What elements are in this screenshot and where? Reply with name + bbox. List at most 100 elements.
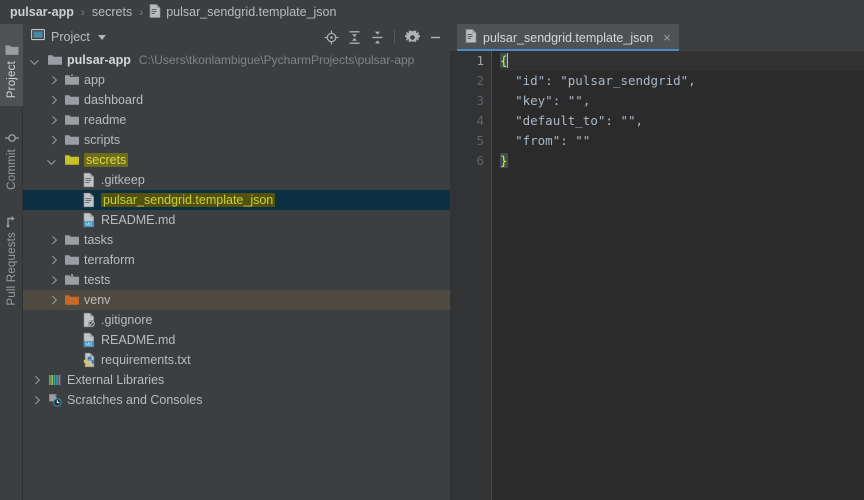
pull-request-icon: [5, 214, 19, 228]
tree-row-readme[interactable]: readme: [23, 110, 450, 130]
tree-row-readme-md[interactable]: MD README.md: [23, 210, 450, 230]
line-number: 3: [476, 93, 484, 108]
line-number: 4: [476, 113, 484, 128]
json-file-icon: [465, 29, 477, 46]
sidebar-item-commit[interactable]: Commit: [0, 122, 23, 198]
chevron-down-icon[interactable]: [97, 34, 106, 40]
tree-row-secrets[interactable]: secrets: [23, 150, 450, 170]
tree-row-pulsar-sendgrid-template-json[interactable]: pulsar_sendgrid.template_json: [23, 190, 450, 210]
tree-row-dashboard[interactable]: dashboard: [23, 90, 450, 110]
tree-arrow-placeholder: [65, 216, 74, 225]
punctuation-token: ,: [635, 113, 644, 128]
tree-row-scripts[interactable]: scripts: [23, 130, 450, 150]
chevron-right-icon[interactable]: [31, 396, 40, 405]
chevron-right-icon[interactable]: [48, 76, 57, 85]
breadcrumb-file-label: pulsar_sendgrid.template_json: [166, 5, 337, 19]
tree-row-label: tasks: [84, 233, 114, 247]
punctuation-token: [500, 93, 515, 108]
code-line[interactable]: "id": "pulsar_sendgrid",: [500, 71, 864, 91]
expand-all-icon[interactable]: [344, 27, 364, 47]
breadcrumb-item-file[interactable]: pulsar_sendgrid.template_json: [149, 3, 337, 21]
hide-panel-icon[interactable]: [425, 27, 445, 47]
code-line[interactable]: "key": "",: [500, 91, 864, 111]
chevron-right-icon[interactable]: [48, 296, 57, 305]
sidebar-item-pull-requests[interactable]: Pull Requests: [0, 206, 23, 314]
code-line[interactable]: {: [500, 51, 864, 71]
tree-row-pulsar-app[interactable]: pulsar-app C:\Users\tkonlambigue\PycharmP…: [23, 50, 450, 70]
breadcrumb-item-folder[interactable]: secrets: [91, 5, 133, 19]
markdown-file-icon: MD: [81, 332, 97, 348]
toolbar-divider: [394, 30, 395, 44]
tree-row-readme-md[interactable]: MD README.md: [23, 330, 450, 350]
project-tool-window: Project pulsar-app C:\Users\tkonlambigue…: [23, 24, 450, 500]
source-folder-icon: [64, 72, 80, 88]
tree-row-scratches-and-consoles[interactable]: Scratches and Consoles: [23, 390, 450, 410]
chevron-down-icon[interactable]: [48, 156, 57, 165]
tree-row-label: readme: [84, 113, 127, 127]
tree-row-venv[interactable]: venv: [23, 290, 450, 310]
tree-row-label: .gitkeep: [101, 173, 145, 187]
code-line[interactable]: }: [500, 151, 864, 171]
chevron-right-icon[interactable]: [48, 136, 57, 145]
folder-icon: [64, 112, 80, 128]
editor-area: pulsar_sendgrid.template_json × 1 2 3 4 5 6 {…: [450, 24, 864, 500]
project-panel-selector[interactable]: Project: [23, 28, 106, 46]
select-opened-file-icon[interactable]: [321, 27, 341, 47]
chevron-right-icon[interactable]: [48, 276, 57, 285]
tree-arrow-placeholder: [65, 316, 74, 325]
folder-orange-icon: [64, 292, 80, 308]
breadcrumb-item-project[interactable]: pulsar-app: [9, 5, 75, 19]
tree-arrow-placeholder: [65, 196, 74, 205]
line-number: 5: [476, 133, 484, 148]
tree-row-gitignore[interactable]: .gitignore: [23, 310, 450, 330]
stripe-label-pull-requests: Pull Requests: [5, 232, 18, 306]
chevron-right-icon[interactable]: [48, 116, 57, 125]
json-key-token: "id": [515, 73, 546, 88]
code-line[interactable]: "from": "": [500, 131, 864, 151]
editor-tab-bar: pulsar_sendgrid.template_json ×: [450, 24, 864, 51]
chevron-right-icon[interactable]: [48, 236, 57, 245]
tree-row-gitkeep[interactable]: .gitkeep: [23, 170, 450, 190]
tree-row-tasks[interactable]: tasks: [23, 230, 450, 250]
chevron-right-icon[interactable]: [48, 96, 57, 105]
chevron-down-icon[interactable]: [31, 56, 40, 65]
sidebar-item-project[interactable]: Project: [0, 24, 23, 106]
json-string-token: "": [620, 113, 636, 128]
folder-icon: [64, 232, 80, 248]
breadcrumb-separator-icon: ›: [80, 5, 85, 19]
code-line[interactable]: "default_to": "",: [500, 111, 864, 131]
code-editor[interactable]: 1 2 3 4 5 6 { "id": "pulsar_sendgrid", "key":…: [450, 51, 864, 500]
tree-row-label: venv: [84, 293, 111, 307]
chevron-right-icon[interactable]: [48, 256, 57, 265]
breadcrumb: pulsar-app › secrets › pulsar_sendgrid.t…: [0, 0, 864, 24]
folder-icon: [64, 252, 80, 268]
tab-pulsar-sendgrid-template-json[interactable]: pulsar_sendgrid.template_json ×: [457, 24, 679, 51]
tree-row-label: secrets: [84, 153, 129, 167]
tree-row-label: terraform: [84, 253, 135, 267]
settings-gear-icon[interactable]: [402, 27, 422, 47]
json-file-icon: [81, 192, 97, 208]
code-content[interactable]: { "id": "pulsar_sendgrid", "key": "", "d…: [492, 51, 864, 500]
tree-row-terraform[interactable]: terraform: [23, 250, 450, 270]
commit-icon: [4, 131, 19, 145]
close-icon[interactable]: ×: [663, 31, 671, 44]
tree-row-app[interactable]: app: [23, 70, 450, 90]
punctuation-token: [500, 133, 515, 148]
tree-row-tests[interactable]: tests: [23, 270, 450, 290]
tree-row-requirements-txt[interactable]: requirements.txt: [23, 350, 450, 370]
tree-row-path: C:\Users\tkonlambigue\PycharmProjects\pu…: [138, 53, 415, 67]
tree-row-label: README.md: [101, 213, 176, 227]
tree-row-external-libraries[interactable]: External Libraries: [23, 370, 450, 390]
project-file-tree[interactable]: pulsar-app C:\Users\tkonlambigue\PycharmP…: [23, 50, 450, 500]
text-file-icon: [81, 172, 97, 188]
test-folder-icon: [64, 272, 80, 288]
chevron-right-icon[interactable]: [31, 376, 40, 385]
tree-row-label: Scratches and Consoles: [67, 393, 203, 407]
collapse-all-icon[interactable]: [367, 27, 387, 47]
